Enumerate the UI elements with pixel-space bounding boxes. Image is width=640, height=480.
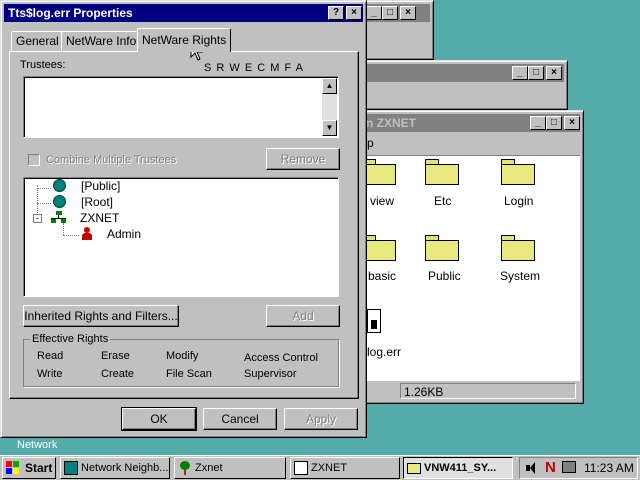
trustees-list[interactable] bbox=[23, 76, 339, 138]
folder-label[interactable]: Public bbox=[428, 269, 461, 283]
maximize-button[interactable]: □ bbox=[382, 6, 398, 20]
tree-line bbox=[63, 235, 79, 236]
folder-label[interactable]: Etc bbox=[434, 194, 451, 208]
netware-tray-icon[interactable]: N bbox=[545, 459, 556, 476]
minimize-button[interactable]: _ bbox=[530, 116, 546, 130]
right-erase: Erase bbox=[101, 350, 130, 362]
tree-line bbox=[37, 188, 51, 189]
tree-view[interactable] bbox=[23, 177, 339, 297]
file-icon[interactable] bbox=[367, 309, 381, 333]
folder-icon[interactable] bbox=[501, 159, 535, 185]
file-label[interactable]: log.err bbox=[367, 345, 401, 359]
desktop-network-label[interactable]: Network bbox=[17, 439, 57, 451]
folder-icon[interactable] bbox=[362, 235, 396, 261]
folder-label[interactable]: basic bbox=[368, 269, 396, 283]
right-supervisor: Supervisor bbox=[244, 368, 297, 380]
start-label: Start bbox=[25, 461, 53, 475]
remove-button[interactable]: Remove bbox=[266, 148, 340, 170]
trustees-label: Trustees: bbox=[20, 59, 66, 71]
computer-icon bbox=[64, 461, 78, 475]
tree-item-public[interactable]: [Public] bbox=[81, 179, 120, 193]
tab-general[interactable]: General bbox=[11, 31, 64, 51]
inherited-rights-button[interactable]: Inherited Rights and Filters... bbox=[23, 305, 179, 327]
windows-logo-icon bbox=[6, 461, 20, 475]
folder-icon[interactable] bbox=[425, 235, 459, 261]
rights-header: S R W E C M F A bbox=[204, 62, 303, 74]
monitor-tray-icon[interactable] bbox=[562, 461, 576, 473]
status-size: 1.26KB bbox=[404, 385, 444, 399]
combine-checkbox[interactable] bbox=[28, 154, 40, 166]
folder-icon[interactable] bbox=[425, 159, 459, 185]
task-label: ZXNET bbox=[311, 462, 348, 474]
menu-help[interactable]: p bbox=[367, 136, 374, 150]
apply-button[interactable]: Apply bbox=[284, 408, 358, 430]
task-network-neighborhood[interactable]: Network Neighb... bbox=[60, 457, 170, 479]
task-vnw411[interactable]: VNW411_SY... bbox=[403, 457, 513, 479]
tab-netware-rights[interactable]: NetWare Rights bbox=[137, 28, 232, 52]
zxnet-window-title: n ZXNET bbox=[366, 116, 416, 130]
dialog-titlebar[interactable]: Tts$log.err Properties bbox=[4, 4, 363, 22]
right-access-control: Access Control bbox=[244, 352, 318, 364]
clock[interactable]: 11:23 AM bbox=[584, 461, 634, 475]
add-button[interactable]: Add bbox=[266, 305, 340, 327]
properties-dialog[interactable]: Tts$log.err Properties ? × General NetWa… bbox=[0, 0, 367, 438]
network-icon bbox=[51, 211, 67, 223]
right-file-scan: File Scan bbox=[166, 368, 212, 380]
background-window-2[interactable]: _ □ × bbox=[340, 60, 568, 110]
user-icon bbox=[81, 227, 93, 241]
folder-label[interactable]: view bbox=[370, 194, 394, 208]
help-button[interactable]: ? bbox=[328, 6, 344, 20]
task-zxnet[interactable]: ZXNET bbox=[290, 457, 400, 479]
tree-item-root[interactable]: [Root] bbox=[81, 195, 113, 209]
collapse-toggle[interactable]: - bbox=[33, 214, 42, 223]
tree-line bbox=[63, 223, 64, 235]
globe-icon bbox=[53, 179, 66, 192]
globe-icon bbox=[53, 195, 66, 208]
task-label: Zxnet bbox=[195, 462, 223, 474]
tree-line bbox=[37, 203, 51, 204]
scroll-down-button[interactable]: ▼ bbox=[322, 120, 337, 136]
close-button[interactable]: × bbox=[346, 6, 362, 20]
folder-icon bbox=[407, 463, 421, 474]
minimize-button[interactable]: _ bbox=[512, 66, 528, 80]
right-modify: Modify bbox=[166, 350, 199, 362]
folder-icon[interactable] bbox=[501, 235, 535, 261]
right-read: Read bbox=[37, 350, 64, 362]
maximize-button[interactable]: □ bbox=[528, 66, 544, 80]
tree-item-admin[interactable]: Admin bbox=[107, 227, 141, 241]
tab-netware-info[interactable]: NetWare Info bbox=[61, 31, 142, 51]
tree-icon bbox=[178, 461, 192, 475]
task-zxnet-tree[interactable]: Zxnet bbox=[174, 457, 286, 479]
task-label: VNW411_SY... bbox=[424, 462, 497, 474]
maximize-button[interactable]: □ bbox=[546, 116, 562, 130]
close-button[interactable]: × bbox=[546, 66, 562, 80]
start-button[interactable]: Start bbox=[2, 457, 56, 479]
right-create: Create bbox=[101, 368, 135, 380]
dialog-title: Tts$log.err Properties bbox=[8, 6, 133, 20]
effective-rights-label: Effective Rights bbox=[30, 333, 111, 345]
scroll-up-button[interactable]: ▲ bbox=[322, 78, 337, 94]
zxnet-window[interactable]: n ZXNET _ □ × p view Etc Login basic Pub… bbox=[340, 110, 584, 404]
combine-label: Combine Multiple Trustees bbox=[46, 154, 177, 166]
right-write: Write bbox=[37, 368, 63, 380]
folder-icon[interactable] bbox=[362, 159, 396, 185]
folder-label[interactable]: Login bbox=[504, 194, 533, 208]
cancel-button[interactable]: Cancel bbox=[203, 408, 277, 430]
minimize-button[interactable]: _ bbox=[366, 6, 382, 20]
window-icon bbox=[294, 461, 308, 475]
task-label: Network Neighb... bbox=[81, 462, 169, 474]
tree-item-zxnet[interactable]: ZXNET bbox=[80, 211, 119, 225]
status-bar: 1.26KB bbox=[344, 382, 580, 400]
folder-label[interactable]: System bbox=[500, 269, 540, 283]
close-button[interactable]: × bbox=[400, 6, 416, 20]
ok-button[interactable]: OK bbox=[121, 407, 197, 431]
speaker-icon[interactable] bbox=[526, 462, 536, 474]
close-button[interactable]: × bbox=[564, 116, 580, 130]
